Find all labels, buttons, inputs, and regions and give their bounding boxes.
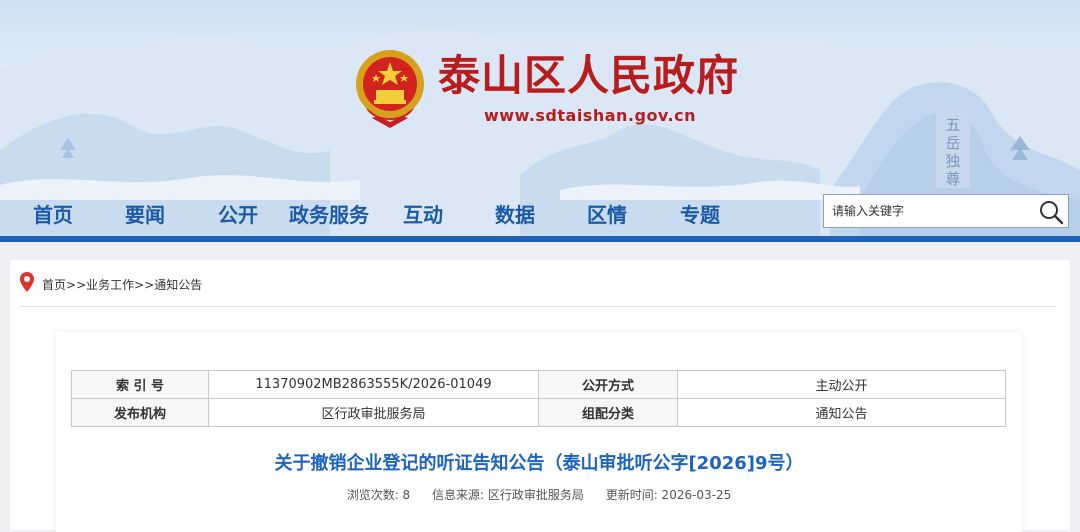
- table-row: 索 引 号 11370902MB2863555K/2026-01049 公开方式…: [71, 370, 1006, 399]
- location-pin-icon: [20, 272, 34, 292]
- article-meta-table: 索 引 号 11370902MB2863555K/2026-01049 公开方式…: [71, 370, 1006, 427]
- svg-text:独: 独: [945, 152, 960, 170]
- nav-item-interaction[interactable]: 互动: [403, 196, 443, 236]
- site-title: 泰山区人民政府: [438, 51, 740, 100]
- breadcrumb-trail: 首页>>业务工作>>通知公告: [42, 276, 202, 293]
- breadcrumb-home[interactable]: 首页: [42, 278, 66, 292]
- publisher-label: 发布机构: [71, 398, 209, 427]
- svg-text:尊: 尊: [945, 170, 960, 188]
- svg-text:五: 五: [945, 116, 960, 134]
- nav-item-news[interactable]: 要闻: [125, 196, 165, 236]
- nav-item-data[interactable]: 数据: [495, 196, 535, 236]
- nav-item-topics[interactable]: 专题: [680, 196, 720, 236]
- info-source: 信息来源: 区行政审批服务局: [432, 488, 584, 502]
- search-icon[interactable]: [1038, 199, 1064, 225]
- svg-text:岳: 岳: [945, 134, 960, 152]
- article-info: 浏览次数: 8 信息来源: 区行政审批服务局 更新时间: 2026-03-25: [56, 486, 1022, 503]
- breadcrumb-separator: >>: [134, 278, 155, 292]
- nav-item-services[interactable]: 政务服务: [289, 196, 369, 236]
- disclosure-value: 主动公开: [677, 370, 1006, 399]
- breadcrumb-divider: [20, 306, 1056, 307]
- publisher-value: 区行政审批服务局: [208, 398, 539, 427]
- article-card: 索 引 号 11370902MB2863555K/2026-01049 公开方式…: [56, 332, 1022, 532]
- article-title: 关于撤销企业登记的听证告知公告（泰山审批听公字[2026]9号）: [274, 453, 804, 474]
- main-nav: 首页 要闻 公开 政务服务 互动 数据 区情 专题: [0, 196, 820, 236]
- disclosure-label: 公开方式: [538, 370, 678, 399]
- search-input[interactable]: [824, 195, 1029, 227]
- category-value: 通知公告: [677, 398, 1006, 427]
- site-url[interactable]: www.sdtaishan.gov.cn: [484, 106, 696, 125]
- nav-underline-bar: [0, 236, 1080, 242]
- breadcrumb-business[interactable]: 业务工作: [86, 278, 134, 292]
- update-time: 更新时间: 2026-03-25: [605, 488, 732, 502]
- breadcrumb-notices[interactable]: 通知公告: [154, 278, 202, 292]
- nav-item-home[interactable]: 首页: [33, 196, 73, 236]
- nav-item-district[interactable]: 区情: [587, 196, 627, 236]
- view-count: 浏览次数: 8: [346, 488, 411, 502]
- table-row: 发布机构 区行政审批服务局 组配分类 通知公告: [71, 398, 1006, 427]
- index-label: 索 引 号: [71, 370, 209, 399]
- category-label: 组配分类: [538, 398, 678, 427]
- index-value: 11370902MB2863555K/2026-01049: [208, 370, 539, 399]
- nav-item-public[interactable]: 公开: [218, 196, 258, 236]
- content-panel: 首页>>业务工作>>通知公告 索 引 号 11370902MB2863555K/…: [10, 260, 1070, 532]
- breadcrumb-separator: >>: [66, 278, 87, 292]
- site-brand: 泰山区人民政府 www.sdtaishan.gov.cn: [352, 46, 738, 136]
- site-header: 五 岳 独 尊 泰山区人民政府 www.sdtaishan.gov.cn 首页 …: [0, 0, 1080, 240]
- search-box: [823, 194, 1069, 228]
- national-emblem-icon: [356, 50, 424, 128]
